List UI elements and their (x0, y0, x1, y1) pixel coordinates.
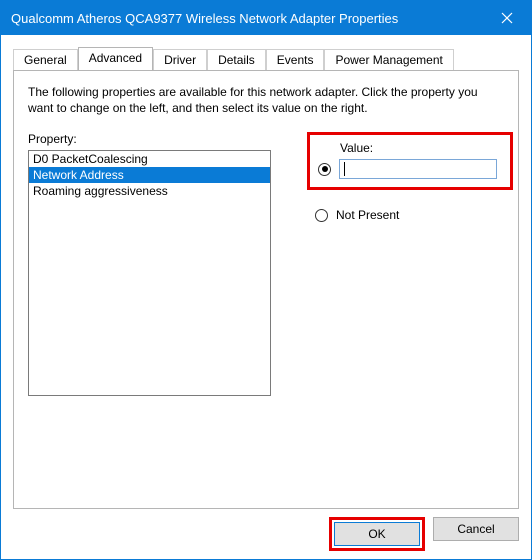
property-listbox[interactable]: D0 PacketCoalescing Network Address Roam… (28, 150, 271, 396)
titlebar: Qualcomm Atheros QCA9377 Wireless Networ… (1, 1, 531, 35)
tab-events[interactable]: Events (266, 49, 325, 71)
list-item[interactable]: Roaming aggressiveness (29, 183, 270, 199)
radio-not-present[interactable] (315, 209, 328, 222)
radio-value[interactable] (318, 163, 331, 176)
tab-power-management[interactable]: Power Management (324, 49, 453, 71)
value-input[interactable] (339, 159, 497, 179)
close-icon (501, 12, 513, 24)
value-label: Value: (340, 141, 502, 155)
description-text: The following properties are available f… (28, 85, 488, 116)
value-highlight-box: Value: (307, 132, 513, 190)
tab-page-advanced: The following properties are available f… (13, 70, 519, 509)
window-title: Qualcomm Atheros QCA9377 Wireless Networ… (11, 11, 483, 26)
close-button[interactable] (483, 1, 531, 35)
text-caret (344, 162, 345, 176)
ok-button[interactable]: OK (334, 522, 420, 546)
not-present-label: Not Present (336, 208, 399, 222)
ok-highlight-box: OK (329, 517, 425, 551)
tab-advanced[interactable]: Advanced (78, 47, 153, 70)
property-label: Property: (28, 132, 271, 146)
tab-details[interactable]: Details (207, 49, 266, 71)
list-item[interactable]: Network Address (29, 167, 270, 183)
cancel-button[interactable]: Cancel (433, 517, 519, 541)
dialog-body: General Advanced Driver Details Events P… (1, 35, 531, 559)
tab-general[interactable]: General (13, 49, 78, 71)
tab-driver[interactable]: Driver (153, 49, 207, 71)
list-item[interactable]: D0 PacketCoalescing (29, 151, 270, 167)
tab-strip: General Advanced Driver Details Events P… (13, 47, 519, 70)
dialog-buttons: OK Cancel (13, 517, 519, 551)
